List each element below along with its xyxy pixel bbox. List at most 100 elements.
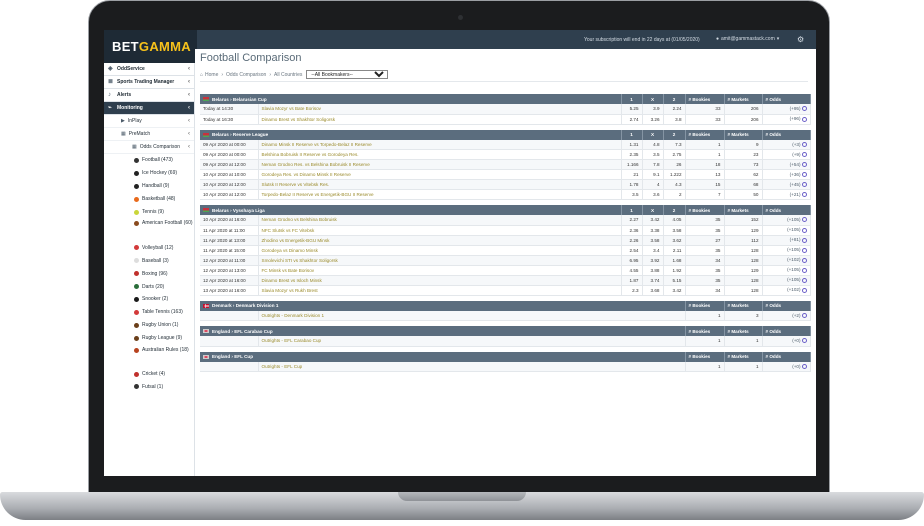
league-header[interactable]: England › EFL Carabao Cup # Bookies # Mark… (200, 326, 811, 336)
odds-count-cell[interactable]: (+105) (762, 265, 811, 276)
sidebar-item-prematch[interactable]: ▦ PreMatch ‹ (104, 128, 194, 141)
table-row[interactable]: Outrights - EFL Cup 1 1 (+0) (200, 361, 811, 372)
league-header[interactable]: Belarus › Belarusian Cup 1 X 2 # Bookies # Ma… (200, 94, 811, 104)
expand-icon[interactable] (801, 287, 807, 293)
sport-item[interactable]: Ice Hockey (69) (104, 167, 194, 180)
table-row[interactable]: 09 Apr 2020 at 12:00 Neman Grodno Res. vs… (200, 159, 811, 170)
sidebar-item-odds-comparison[interactable]: ▦ Odds Comparison ‹ (104, 141, 194, 154)
match-link[interactable]: Outrights - EFL Cup (258, 361, 686, 372)
expand-icon[interactable] (801, 312, 807, 318)
expand-icon[interactable] (801, 182, 807, 188)
match-link[interactable]: Gorodeya Res. vs Dinamo Minsk II Reserve (258, 169, 622, 180)
table-row[interactable]: 11 Apr 2020 at 15:00 Gorodeya vs Dinamo M… (200, 245, 811, 256)
league-header[interactable]: Belarus › Reserve League 1 X 2 # Bookies # Ma… (200, 129, 811, 140)
table-row[interactable]: 11 Apr 2020 at 13:00 Zhodino vs Energetik… (200, 235, 811, 246)
odds-count-cell[interactable]: (+21) (762, 189, 811, 200)
expand-icon[interactable] (801, 247, 807, 253)
expand-icon[interactable] (801, 141, 807, 147)
table-row[interactable]: 10 Apr 2020 at 16:00 Neman Grodno vs Bels… (200, 215, 811, 226)
brand-logo[interactable]: BETGAMMA (104, 30, 197, 63)
expand-icon[interactable] (801, 237, 807, 243)
match-link[interactable]: Torpedo-Belaz II Reserve vs Energetik-BG… (258, 189, 622, 200)
expand-icon[interactable] (801, 257, 807, 263)
odds-count-cell[interactable]: (+54) (762, 159, 811, 170)
sport-item[interactable]: Australian Rules (18) (104, 345, 194, 368)
league-name-cell[interactable]: England › EFL Carabao Cup (200, 326, 686, 336)
match-link[interactable]: Belshina Bobruisk II Reserve vs Gorodeya… (258, 149, 622, 160)
table-row[interactable]: Outrights - EFL Carabao Cup 1 1 (+0) (200, 336, 811, 347)
sidebar-item-monitoring[interactable]: ⌁ Monitoring ‹ (104, 102, 194, 115)
expand-icon[interactable] (801, 106, 807, 112)
table-row[interactable]: Today at 14:30 Slavia Mozyr vs Bate Boris… (200, 104, 811, 115)
sport-item[interactable]: Boxing (96) (104, 267, 194, 280)
match-link[interactable]: Slutsk II Reserve vs Vitebsk Res. (258, 179, 622, 190)
sport-item[interactable]: Table Tennis (163) (104, 306, 194, 319)
expand-icon[interactable] (801, 192, 807, 198)
sidebar-item-sports-trading-manager[interactable]: ≣ Sports Trading Manager ‹ (104, 76, 194, 89)
table-row[interactable]: 11 Apr 2020 at 11:00 NFC Slutsk vs FC Vit… (200, 225, 811, 236)
odds-count-cell[interactable]: (+81) (762, 235, 811, 246)
table-row[interactable]: 10 Apr 2020 at 12:00 Torpedo-Belaz II Res… (200, 189, 811, 200)
league-name-cell[interactable]: England › EFL Cup (200, 351, 686, 362)
expand-icon[interactable] (801, 172, 807, 178)
odds-count-cell[interactable]: (+0) (762, 361, 811, 372)
match-link[interactable]: Gorodeya vs Dinamo Minsk (258, 245, 622, 256)
table-row[interactable]: 09 Apr 2020 at 00:00 Belshina Bobruisk II… (200, 149, 811, 160)
league-header[interactable]: England › EFL Cup # Bookies # Markets # Odd… (200, 351, 811, 362)
expand-icon[interactable] (801, 267, 807, 273)
odds-count-cell[interactable]: (+105) (762, 215, 811, 226)
match-link[interactable]: Zhodino vs Energetik-BGU Minsk (258, 235, 622, 246)
match-link[interactable]: Dinamo Brest vs Isloch Minsk (258, 275, 622, 286)
match-link[interactable]: Smolevichi STI vs Shakhtor Soligorsk (258, 255, 622, 266)
match-link[interactable]: NFC Slutsk vs FC Vitebsk (258, 225, 622, 236)
expand-icon[interactable] (801, 116, 807, 122)
expand-icon[interactable] (801, 363, 807, 369)
match-link[interactable]: Dinamo Minsk II Reserve vs Torpedo-Belaz… (258, 139, 622, 150)
breadcrumb-home[interactable]: Home (205, 72, 218, 78)
expand-icon[interactable] (801, 162, 807, 168)
match-link[interactable]: FC Minsk vs Bate Borisov (258, 265, 622, 276)
match-link[interactable]: Slavia Mozyr vs Rukh Brest (258, 285, 622, 296)
sport-item[interactable]: Futsal (1) (104, 380, 194, 393)
expand-icon[interactable] (801, 152, 807, 158)
sport-item[interactable]: Football (473) (104, 154, 194, 167)
match-link[interactable]: Dinamo Brest vs Shakhtor Soligorsk (258, 114, 622, 125)
expand-icon[interactable] (801, 277, 807, 283)
expand-icon[interactable] (801, 217, 807, 223)
expand-icon[interactable] (801, 338, 807, 344)
table-row[interactable]: 12 Apr 2020 at 16:00 Dinamo Brest vs Islo… (200, 275, 811, 286)
odds-count-cell[interactable]: (+3) (762, 139, 811, 150)
league-header[interactable]: Denmark › Denmark Division 1 # Bookies # M… (200, 300, 811, 311)
sidebar-item-oddservice[interactable]: ◈ OddService ‹ (104, 63, 194, 76)
table-row[interactable]: 09 Apr 2020 at 00:00 Dinamo Minsk II Rese… (200, 139, 811, 150)
league-header[interactable]: Belarus › Vysshaya Liga 1 X 2 # Bookies # Mar… (200, 205, 811, 215)
odds-count-cell[interactable]: (+45) (762, 179, 811, 190)
match-link[interactable]: Slavia Mozyr vs Bate Borisov (258, 104, 622, 115)
league-name-cell[interactable]: Belarus › Belarusian Cup (200, 94, 622, 104)
sport-item[interactable]: Darts (20) (104, 280, 194, 293)
table-row[interactable]: 12 Apr 2020 at 13:00 FC Minsk vs Bate Bor… (200, 265, 811, 276)
table-row[interactable]: 12 Apr 2020 at 11:00 Smolevichi STI vs Sh… (200, 255, 811, 266)
gear-icon[interactable]: ⚙ (797, 35, 804, 44)
table-row[interactable]: 13 Apr 2020 at 16:00 Slavia Mozyr vs Rukh… (200, 285, 811, 296)
sport-item[interactable]: Rugby Union (1) (104, 319, 194, 332)
breadcrumb-odds-comparison[interactable]: Odds Comparison (226, 72, 266, 78)
table-row[interactable]: Outrights - Denmark Division 1 1 3 (+2) (200, 310, 811, 321)
odds-count-cell[interactable]: (+2) (762, 310, 811, 321)
odds-count-cell[interactable]: (+0) (762, 336, 811, 347)
sport-item[interactable]: American Football (60) (104, 218, 194, 241)
sport-item[interactable]: Baseball (3) (104, 254, 194, 267)
sport-item[interactable]: Handball (9) (104, 180, 194, 193)
odds-count-cell[interactable]: (+9) (762, 149, 811, 160)
match-link[interactable]: Outrights - EFL Carabao Cup (258, 336, 686, 347)
match-link[interactable]: Neman Grodno Res. vs Belshina Bobruisk I… (258, 159, 622, 170)
breadcrumb-all-countries[interactable]: All Countries (274, 72, 302, 78)
sidebar-item-inplay[interactable]: ▶ InPlay ‹ (104, 115, 194, 128)
match-link[interactable]: Neman Grodno vs Belshina Bobruisk (258, 215, 622, 226)
sport-item[interactable]: Rugby League (9) (104, 332, 194, 345)
expand-icon[interactable] (801, 227, 807, 233)
odds-count-cell[interactable]: (+102) (762, 255, 811, 266)
table-row[interactable]: Today at 16:30 Dinamo Brest vs Shakhtor S… (200, 114, 811, 125)
odds-count-cell[interactable]: (+105) (762, 245, 811, 256)
sport-item[interactable]: Cricket (4) (104, 368, 194, 381)
